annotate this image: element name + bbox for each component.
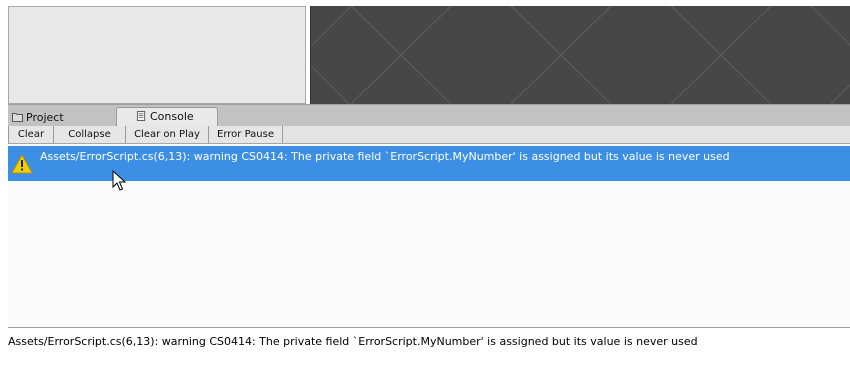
- unity-editor-window: Project Console Clear Collapse Clear on …: [0, 0, 850, 373]
- folder-icon: [12, 113, 23, 122]
- collapse-toggle[interactable]: Collapse: [54, 126, 126, 143]
- mouse-cursor-icon: [112, 170, 127, 191]
- log-detail-text: Assets/ErrorScript.cs(6,13): warning CS0…: [8, 335, 698, 348]
- console-icon: [136, 111, 146, 121]
- tab-project-label: Project: [26, 111, 64, 124]
- scene-view[interactable]: [310, 6, 850, 104]
- log-entry[interactable]: Assets/ErrorScript.cs(6,13): warning CS0…: [8, 146, 850, 181]
- tab-project[interactable]: Project: [8, 109, 112, 127]
- clear-button[interactable]: Clear: [8, 126, 54, 143]
- log-detail-pane[interactable]: Assets/ErrorScript.cs(6,13): warning CS0…: [8, 328, 850, 373]
- tab-console-label: Console: [150, 110, 194, 123]
- console-toolbar: Clear Collapse Clear on Play Error Pause: [8, 126, 850, 144]
- hierarchy-panel[interactable]: [8, 6, 306, 104]
- clear-on-play-toggle[interactable]: Clear on Play: [126, 126, 209, 143]
- error-pause-toggle[interactable]: Error Pause: [209, 126, 283, 143]
- scene-grid: [311, 6, 850, 104]
- log-entry-text: Assets/ErrorScript.cs(6,13): warning CS0…: [40, 150, 730, 163]
- warning-icon: [11, 154, 33, 174]
- tab-console[interactable]: Console: [116, 107, 218, 127]
- console-log-list[interactable]: Assets/ErrorScript.cs(6,13): warning CS0…: [8, 144, 850, 328]
- tab-strip: Project Console: [8, 104, 850, 127]
